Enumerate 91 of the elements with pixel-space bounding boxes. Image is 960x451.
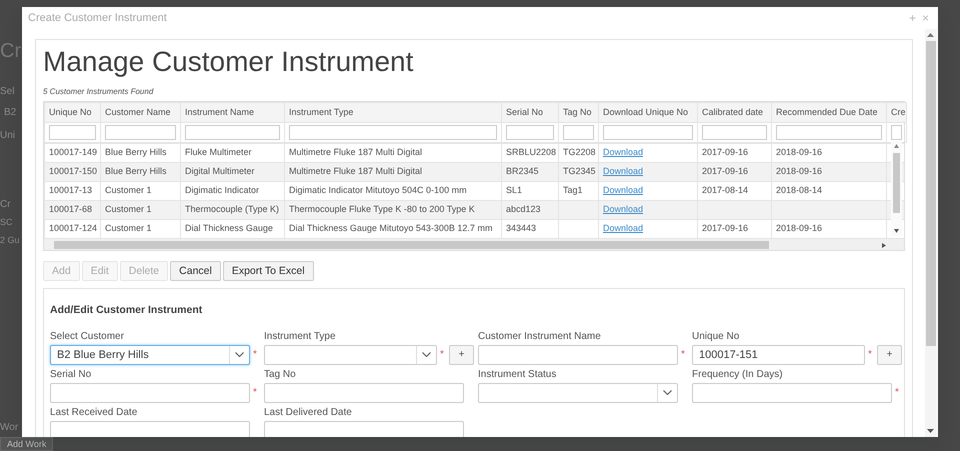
form-title: Add/Edit Customer Instrument (50, 303, 204, 318)
field-label: Tag No (264, 368, 297, 381)
field-label: Serial No (50, 368, 92, 381)
arrow-up-icon[interactable] (927, 33, 934, 37)
filter-field[interactable] (891, 125, 902, 140)
column-header[interactable]: Tag No (558, 102, 598, 122)
table-cell: abcd123 (502, 200, 558, 220)
add-button[interactable]: + (449, 344, 474, 365)
field-label: Select Customer (50, 330, 125, 343)
list-text: SC (0, 216, 13, 229)
filter-field[interactable] (185, 125, 280, 140)
arrow-down-icon[interactable] (894, 229, 899, 233)
column-header[interactable]: Cre (886, 102, 906, 122)
arrow-down-icon[interactable] (927, 429, 934, 433)
input-field[interactable] (478, 344, 678, 365)
column-header[interactable]: Calibrated date (698, 102, 772, 122)
toolbar-button[interactable]: Export To Excel (222, 261, 314, 281)
field-label: Uni (0, 129, 16, 143)
input-field[interactable] (264, 382, 464, 403)
field-label: Frequency (In Days) (692, 368, 784, 381)
column-header[interactable]: Customer Name (100, 102, 180, 122)
required-mark: * (894, 386, 900, 400)
column-header[interactable]: Instrument Type (284, 102, 502, 122)
table-cell: 2018-09-16 (772, 162, 886, 182)
filter-field[interactable] (506, 125, 554, 140)
filter-field[interactable] (105, 125, 176, 140)
field-label: Instrument Type (264, 330, 337, 343)
table-cell: Thermocouple (Type K) (180, 200, 284, 220)
table-cell: TG2345 (558, 162, 598, 182)
filter-field[interactable] (49, 125, 96, 140)
dropdown-field[interactable] (478, 382, 678, 403)
field-value: B2 (3, 106, 16, 120)
field-label: Wor (0, 421, 18, 435)
add-work-button[interactable]: Add Work (0, 437, 54, 451)
required-mark: * (867, 348, 873, 362)
table-cell: Multimetre Fluke 187 Multi Digital (284, 162, 502, 182)
page-heading: Manage Customer Instrument (43, 45, 414, 79)
result-count: 5 Customer Instruments Found (43, 86, 154, 98)
table-cell: Blue Berry Hills (100, 144, 180, 162)
dropdown-field[interactable]: B2 Blue Berry Hills (50, 344, 250, 365)
table-cell: 100017-149 (44, 144, 100, 162)
dropdown-field[interactable] (264, 344, 437, 365)
chevron-down-icon (235, 352, 244, 358)
dialog-scrollbar[interactable] (925, 29, 937, 437)
input-field[interactable] (50, 382, 250, 403)
list-text: 2 Gu (0, 234, 20, 246)
table-cell: 2017-09-16 (698, 162, 772, 182)
arrow-right-icon[interactable] (882, 243, 886, 248)
add-button[interactable]: + (877, 344, 902, 365)
input-field[interactable] (50, 420, 250, 437)
table-cell: Digital Multimeter (180, 162, 284, 182)
horizontal-scrollbar[interactable] (44, 238, 904, 250)
column-header[interactable]: Recommended Due Date (772, 102, 886, 122)
column-header[interactable]: Serial No (502, 102, 558, 122)
input-field[interactable]: 100017-151 (692, 344, 865, 365)
tag-label: Cr (0, 198, 11, 212)
filter-field[interactable] (776, 125, 882, 140)
filter-field[interactable] (702, 125, 767, 140)
column-header[interactable]: Instrument Name (180, 102, 284, 122)
toolbar-button[interactable]: Cancel (170, 261, 221, 281)
required-mark: * (439, 348, 445, 362)
required-mark: * (680, 348, 686, 362)
required-mark: * (252, 386, 258, 400)
filter-field[interactable] (563, 125, 594, 140)
table-cell: Fluke Multimeter (180, 144, 284, 162)
chevron-down-icon (663, 390, 672, 396)
chevron-down-icon (422, 352, 431, 358)
vertical-scrollbar[interactable] (891, 141, 902, 236)
table-cell: BR2345 (502, 162, 558, 182)
column-header[interactable]: Unique No (44, 102, 100, 122)
table-cell: 100017-68 (44, 200, 100, 220)
input-field[interactable] (264, 420, 464, 437)
field-label: Instrument Status (478, 368, 558, 381)
table-cell: Thermocouple Fluke Type K -80 to 200 Type K (284, 200, 502, 220)
field-label: Customer Instrument Name (478, 330, 602, 343)
input-field[interactable] (692, 382, 892, 403)
field-label: Unique No (692, 330, 740, 343)
window-title: Create Customer Instrument (28, 10, 168, 26)
field-label: Last Delivered Date (264, 406, 353, 419)
filter-field[interactable] (289, 125, 497, 140)
table-cell: Customer 1 (100, 200, 180, 220)
column-header[interactable]: Download Unique No (598, 102, 698, 122)
table-cell: Multimetre Fluke 187 Multi Digital (284, 144, 502, 162)
required-mark: * (252, 348, 258, 362)
field-label: Sel (0, 85, 14, 99)
table-cell: 100017-150 (44, 162, 100, 182)
table-cell: Blue Berry Hills (100, 162, 180, 182)
field-label: Last Received Date (50, 406, 138, 419)
arrow-up-icon[interactable] (894, 144, 899, 148)
table-cell: 2018-09-16 (772, 144, 886, 162)
filter-field[interactable] (603, 125, 693, 140)
